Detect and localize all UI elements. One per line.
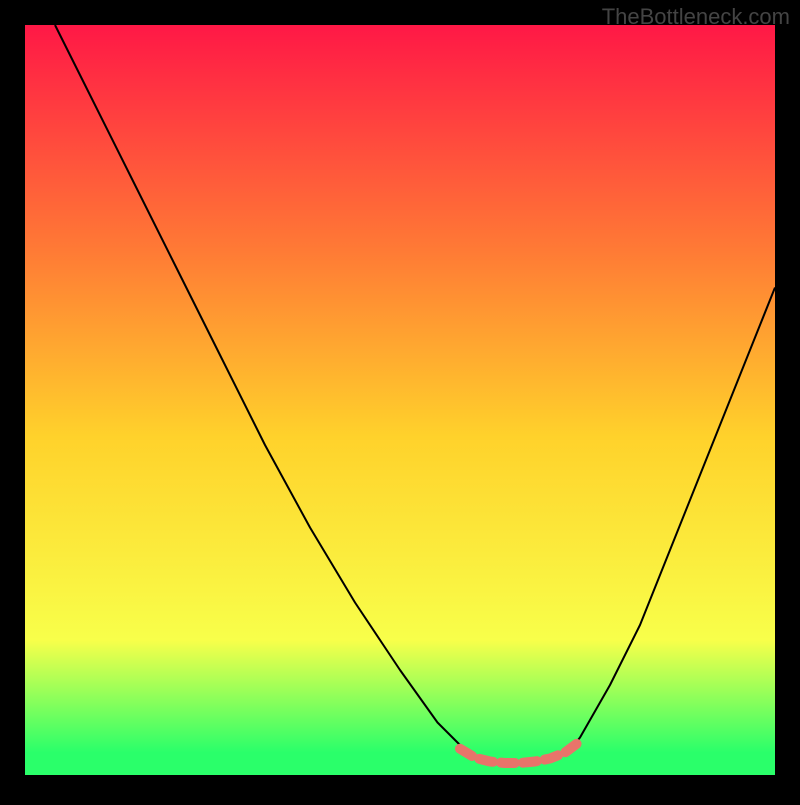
chart-container	[0, 0, 800, 800]
watermark-text: TheBottleneck.com	[602, 4, 790, 30]
chart-svg	[0, 0, 800, 800]
gradient-background	[25, 25, 775, 775]
